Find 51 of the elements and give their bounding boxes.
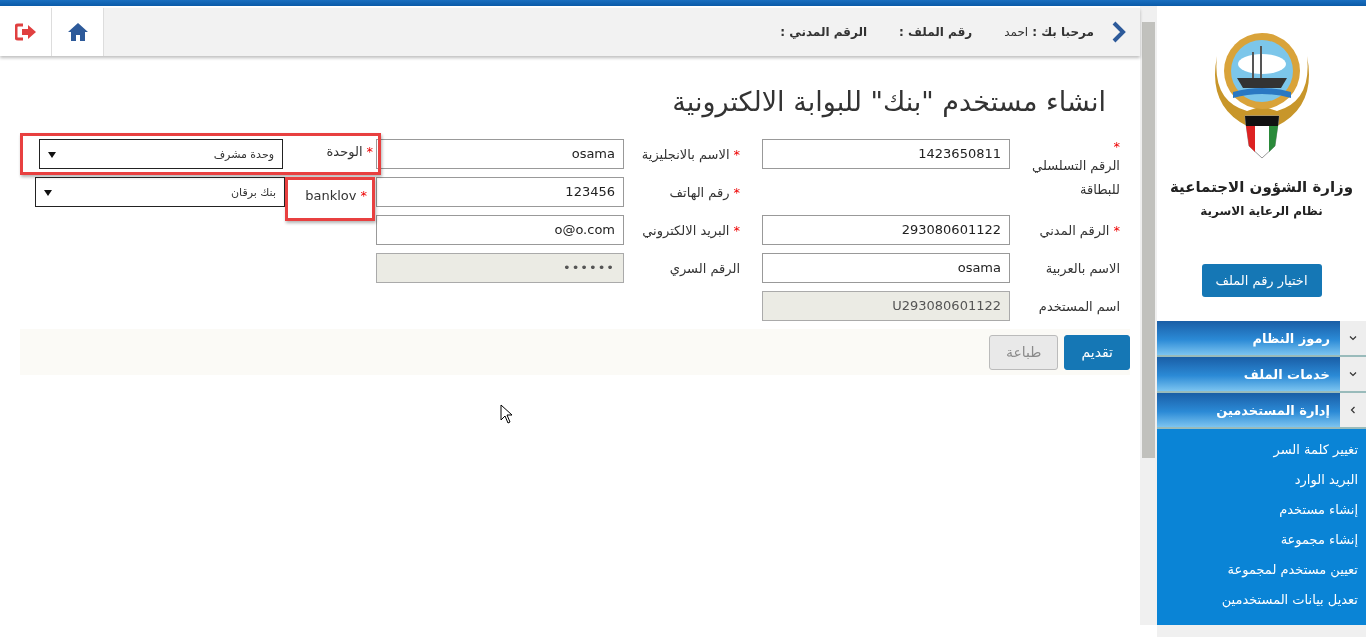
page-title: انشاء مستخدم "بنك" للبوابة الالكترونية xyxy=(671,86,1106,117)
field-label: البريد الالكتروني xyxy=(642,223,730,238)
chevron-icon[interactable] xyxy=(1112,21,1126,43)
menu-item[interactable]: تعديل بيانات المستخدمين xyxy=(1157,585,1366,615)
menu-item[interactable]: تغيير كلمة السر xyxy=(1157,435,1366,465)
chevron-icon xyxy=(1340,393,1366,427)
chevron-icon xyxy=(1340,321,1366,355)
required-mark: * xyxy=(733,223,740,238)
input-field[interactable]: osama xyxy=(762,253,1010,283)
submit-button[interactable]: تقديم xyxy=(1064,334,1130,370)
welcome-label: مرحبا بك : xyxy=(1032,25,1094,39)
chevron-icon xyxy=(1340,357,1366,391)
field-label: الاسم بالعربية xyxy=(1045,261,1120,276)
menu-item[interactable]: إنشاء مجموعة xyxy=(1157,525,1366,555)
menu-item[interactable]: البريد الوارد xyxy=(1157,465,1366,495)
input-field[interactable]: o@o.com xyxy=(376,215,624,245)
home-button[interactable] xyxy=(52,8,104,56)
input-field[interactable]: 1423650811 xyxy=(762,139,1010,169)
menu-item[interactable]: إنشاء مستخدم xyxy=(1157,495,1366,525)
dropdown[interactable]: وحدة مشرف xyxy=(39,139,283,169)
input-field[interactable]: osama xyxy=(376,139,624,169)
home-icon xyxy=(66,22,89,42)
logout-button[interactable] xyxy=(0,8,52,56)
required-mark: * xyxy=(366,144,373,159)
input-field[interactable]: 293080601122 xyxy=(762,215,1010,245)
field-label: الرقم التسلسلي للبطاقة xyxy=(1031,157,1120,199)
civil-number-label: الرقم المدني : xyxy=(780,25,868,39)
logout-icon xyxy=(14,23,37,41)
file-number-label: رقم الملف : xyxy=(899,25,973,39)
field-label: الاسم بالانجليزية xyxy=(641,147,730,162)
required-mark: * xyxy=(1113,223,1120,238)
field-label: الرقم المدني xyxy=(1039,223,1110,238)
field-label: رقم الهاتف xyxy=(669,185,730,200)
user-name: احمد xyxy=(1004,25,1029,39)
vertical-scrollbar[interactable] xyxy=(1140,6,1157,625)
field-label: الوحدة xyxy=(326,144,363,159)
system-name: نظام الرعاية الاسرية xyxy=(1200,204,1323,218)
field-label: الرقم السري xyxy=(669,261,740,276)
dropdown[interactable]: بنك برقان xyxy=(35,177,285,207)
required-mark: * xyxy=(733,147,740,162)
required-mark: * xyxy=(1113,139,1120,154)
input-field[interactable]: 123456 xyxy=(376,177,624,207)
menu-item[interactable]: تعيين مستخدم لمجموعة xyxy=(1157,555,1366,585)
field-label: اسم المستخدم xyxy=(1038,299,1120,314)
choose-file-button[interactable]: اختيار رقم الملف xyxy=(1201,264,1322,297)
cursor-icon xyxy=(500,404,514,424)
required-mark: * xyxy=(360,188,367,203)
field-label: banklov xyxy=(305,188,357,203)
required-mark: * xyxy=(733,185,740,200)
horizontal-scrollbar[interactable] xyxy=(1157,625,1366,637)
ministry-name: وزارة الشؤون الاجتماعية xyxy=(1170,178,1353,196)
